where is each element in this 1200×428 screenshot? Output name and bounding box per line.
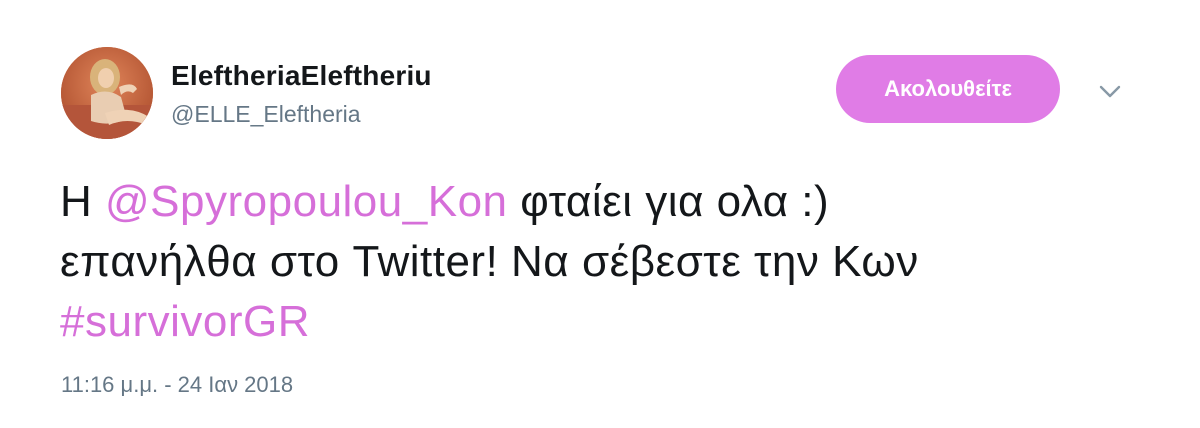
chevron-down-icon [1099, 85, 1121, 98]
tweet-card: EleftheriaEleftheriu @ELLE_Eleftheria Ακ… [0, 0, 1200, 428]
avatar[interactable] [61, 47, 153, 139]
more-options-button[interactable] [1093, 78, 1127, 106]
tweet-timestamp[interactable]: 11:16 μ.μ. - 24 Ιαν 2018 [61, 372, 293, 398]
profile-photo-icon [61, 47, 153, 139]
mention-link[interactable]: @Spyropoulou_Kon [105, 177, 508, 226]
user-handle[interactable]: @ELLE_Eleftheria [171, 101, 361, 128]
tweet-line-3: #survivorGR [60, 292, 1160, 352]
tweet-text-fragment: φταίει για ολα :) [520, 177, 830, 226]
tweet-line-1: Η @Spyropoulou_Kon φταίει για ολα :) [60, 172, 1160, 232]
hashtag-link[interactable]: #survivorGR [60, 297, 310, 346]
display-name[interactable]: EleftheriaEleftheriu [171, 60, 432, 92]
follow-button[interactable]: Ακολουθείτε [836, 55, 1060, 123]
tweet-line-2: επανήλθα στο Twitter! Να σέβεστε την Κων [60, 237, 919, 286]
tweet-text-fragment: Η [60, 177, 93, 226]
tweet-text: Η @Spyropoulou_Kon φταίει για ολα :) επα… [60, 172, 1160, 352]
